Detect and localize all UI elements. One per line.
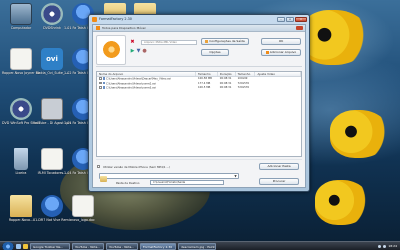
format-field[interactable]: Arquivo: Mídia 2ML Video <box>141 40 197 45</box>
ok-label: OK <box>278 39 284 43</box>
folder-icon <box>100 176 107 182</box>
app-icon <box>92 16 97 22</box>
destination-label: Pasta de Destino <box>116 181 140 185</box>
col-header-size[interactable]: Tamanho <box>196 72 218 76</box>
file-duration: 00:08:31 <box>219 77 232 81</box>
quicklaunch-icon[interactable] <box>16 243 21 249</box>
row-checkbox[interactable] <box>99 77 102 80</box>
fish-wallpaper <box>300 10 370 65</box>
video-file-icon <box>102 77 105 80</box>
add-folder-button[interactable]: Adicionar Pasta <box>259 163 299 170</box>
video-file-icon <box>41 98 63 120</box>
media-type-icon <box>96 35 126 65</box>
browse-button[interactable]: Procurar <box>259 178 299 185</box>
file-size: 100.58 MB <box>198 77 212 81</box>
col-header-duration[interactable]: Duração <box>218 72 236 76</box>
volume-icon[interactable] <box>383 244 387 248</box>
taskbar-item-active[interactable]: FormatFactory 2.30 <box>140 242 176 250</box>
output-folder-field[interactable]: C:\Usuário\Fomato\Saída <box>150 180 224 185</box>
clock[interactable]: 18:24 <box>388 244 397 248</box>
document-icon <box>72 195 94 217</box>
ok-button[interactable]: OK <box>261 38 301 45</box>
music-icon <box>41 195 63 217</box>
dvd-icon <box>41 3 63 25</box>
profile-select[interactable] <box>99 173 239 179</box>
file-size: 100.5 MB <box>198 86 211 90</box>
add-folder-label: Adicionar Pasta <box>267 164 291 168</box>
delete-icon[interactable]: ✖ <box>130 40 135 45</box>
taskbar-item[interactable]: YouTube - Nota... <box>72 242 104 250</box>
computer-icon <box>10 3 32 25</box>
file-name: C:\Users\Alessandro\Videos\nome2.avi <box>106 81 157 85</box>
file-name: C:\Users\Alessandro\Videos\nome3.avi <box>106 86 157 90</box>
file-duration: 00:08:31 <box>219 86 232 90</box>
col-header-dimensions[interactable]: Tamanho <box>236 72 256 76</box>
document-icon <box>41 148 63 170</box>
top-section: ✖ ▶ ▼ ● Arquivo: Mídia 2ML Video Configu… <box>96 35 302 67</box>
taskbar-item[interactable]: YouTube - Nota... <box>106 242 138 250</box>
fish-wallpaper <box>330 110 390 158</box>
dialog-close-icon[interactable] <box>296 26 303 30</box>
file-list[interactable]: Nome do Arquivo Tamanho Duração Tamanho … <box>96 71 302 157</box>
taskbar-item[interactable]: Google Toolbar Ne... <box>30 242 70 250</box>
clear-icon[interactable]: ● <box>142 49 147 54</box>
play-icon[interactable]: ▶ <box>130 49 135 54</box>
divider <box>96 66 302 67</box>
row-checkbox[interactable] <box>99 86 102 89</box>
recycle-bin-icon <box>14 148 28 170</box>
taskbar-item[interactable]: descremem.jpg - Paint <box>178 242 216 250</box>
desktop: Computador DVDShrink 1-01 Fa Tatsh Ovo (… <box>0 0 400 250</box>
dvd-icon <box>10 98 32 120</box>
file-dimensions: 100x99 <box>237 77 248 81</box>
quicklaunch-icon[interactable] <box>23 243 28 249</box>
browse-label: Procurar <box>272 179 286 183</box>
fish-wallpaper <box>315 180 370 225</box>
dialog-title: Todos para Dispositivo Móvel <box>102 26 146 30</box>
move-down-icon[interactable]: ▼ <box>136 49 141 54</box>
col-header-name[interactable]: Nome do Arquivo <box>97 72 196 76</box>
file-size: 177.4 MB <box>198 81 211 85</box>
output-config-label: Configurações de Saída <box>209 39 245 43</box>
file-dimensions: 720x576 <box>237 81 250 85</box>
formatfactory-window: FormatFactory 2.30 – ▫ × Todos para Disp… <box>88 14 310 192</box>
add-file-label: Adicionar Arquivo <box>269 50 297 54</box>
minimize-button[interactable]: – <box>277 16 285 22</box>
video-file-icon <box>102 86 105 89</box>
col-header-video-adjust[interactable]: Ajuste Video <box>255 72 301 76</box>
close-button[interactable]: × <box>295 16 307 22</box>
file-name: C:\Users\Alessandro\Videos\Descar\Meu_Ví… <box>106 77 171 81</box>
dialog-icon <box>96 26 100 30</box>
row-checkbox[interactable] <box>99 81 102 85</box>
taskbar: Google Toolbar Ne... YouTube - Nota... Y… <box>0 241 400 250</box>
output-config-button[interactable]: Configurações de Saída <box>201 38 249 45</box>
option-label: Utilizar versão de Mobile iPhone (Sem MP… <box>103 165 171 169</box>
options-button[interactable]: Opções <box>201 49 229 56</box>
ovi-icon: ovi <box>41 48 63 70</box>
desktop-icon-doc[interactable]: novo_logo.doc <box>64 195 102 222</box>
start-button[interactable] <box>2 241 14 250</box>
window-title: FormatFactory 2.30 <box>99 17 132 21</box>
bottom-section: Utilizar versão de Mobile iPhone (Sem MP… <box>96 159 302 187</box>
folder-icon <box>10 195 32 217</box>
add-file-button[interactable]: Adicionar Arquivo <box>261 49 301 56</box>
network-icon[interactable] <box>378 244 382 248</box>
file-duration: 00:08:31 <box>219 81 232 85</box>
window-titlebar[interactable]: FormatFactory 2.30 – ▫ × <box>89 15 309 23</box>
window-controls: – ▫ × <box>277 16 309 22</box>
option-checkbox[interactable] <box>97 165 100 168</box>
dialog-titlebar[interactable]: Todos para Dispositivo Móvel <box>93 25 305 32</box>
file-dimensions: 720x576 <box>237 86 250 90</box>
video-file-icon <box>102 81 105 85</box>
system-tray: 18:24 <box>378 244 400 248</box>
table-row[interactable]: C:\Users\Alessandro\Videos\nome3.avi 100… <box>97 86 301 91</box>
document-icon <box>10 48 32 70</box>
chevron-down-icon[interactable]: ▼ <box>233 174 238 178</box>
options-label: Opções <box>209 50 221 54</box>
desktop-icon-label: novo_logo.doc <box>71 218 95 222</box>
dialog-panel: Todos para Dispositivo Móvel ✖ ▶ ▼ ● Arq… <box>92 24 306 188</box>
maximize-button[interactable]: ▫ <box>286 16 294 22</box>
